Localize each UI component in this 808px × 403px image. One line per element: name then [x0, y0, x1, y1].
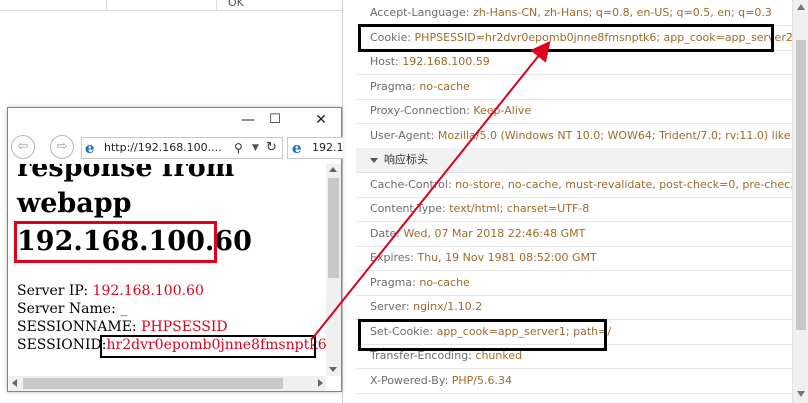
- annotation-arrow: [311, 40, 551, 340]
- arrow-line: [311, 40, 551, 340]
